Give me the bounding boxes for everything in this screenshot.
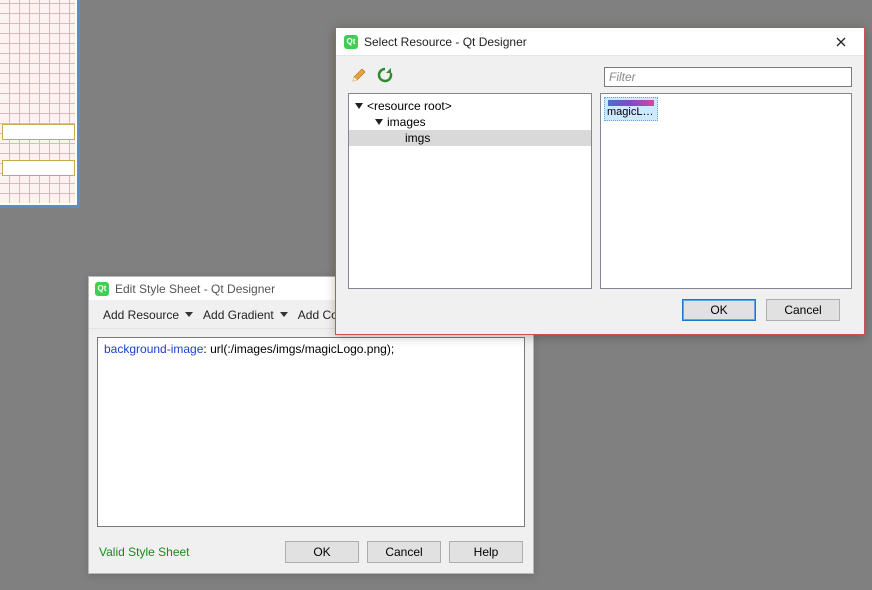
expand-icon — [355, 103, 363, 109]
add-resource-menu[interactable]: Add Resource — [99, 305, 197, 325]
tree-label: images — [387, 115, 426, 129]
qt-icon: Qt — [344, 35, 358, 49]
chevron-down-icon — [185, 312, 193, 317]
cancel-button[interactable]: Cancel — [766, 299, 840, 321]
menu-label: Add Resource — [103, 308, 179, 322]
resource-preview-pane[interactable]: magicLo... — [600, 93, 852, 289]
window-title: Edit Style Sheet - Qt Designer — [115, 282, 275, 296]
add-gradient-menu[interactable]: Add Gradient — [199, 305, 292, 325]
filter-input[interactable] — [604, 67, 852, 87]
qt-icon: Qt — [95, 282, 109, 296]
select-resource-dialog: Qt Select Resource - Qt Designer <r — [335, 27, 865, 335]
tree-row-imgs[interactable]: imgs — [349, 130, 591, 146]
css-value: : url(:/images/imgs/magicLogo.png); — [203, 342, 394, 356]
resource-tree[interactable]: <resource root> images imgs — [348, 93, 592, 289]
menu-label: Add Gradient — [203, 308, 274, 322]
edit-icon[interactable] — [350, 66, 368, 87]
thumbnail-label: magicLo... — [607, 106, 655, 118]
css-property: background-image — [104, 342, 203, 356]
designer-canvas-fragment — [0, 0, 80, 208]
window-title: Select Resource - Qt Designer — [364, 35, 826, 49]
tree-label: <resource root> — [367, 99, 452, 113]
chevron-down-icon — [280, 312, 288, 317]
titlebar[interactable]: Qt Select Resource - Qt Designer — [336, 28, 864, 56]
tree-row-root[interactable]: <resource root> — [349, 98, 591, 114]
help-button[interactable]: Help — [449, 541, 523, 563]
expand-icon — [375, 119, 383, 125]
tree-label: imgs — [405, 131, 430, 145]
ok-button[interactable]: OK — [285, 541, 359, 563]
resource-thumbnail[interactable]: magicLo... — [604, 97, 658, 121]
widget-placeholder — [2, 124, 75, 140]
tree-row-images[interactable]: images — [349, 114, 591, 130]
widget-placeholder — [2, 160, 75, 176]
ok-button[interactable]: OK — [682, 299, 756, 321]
reload-icon[interactable] — [376, 66, 394, 87]
stylesheet-editor[interactable]: background-image: url(:/images/imgs/magi… — [97, 337, 525, 527]
cancel-button[interactable]: Cancel — [367, 541, 441, 563]
close-button[interactable] — [826, 31, 856, 53]
validation-status: Valid Style Sheet — [99, 545, 277, 559]
